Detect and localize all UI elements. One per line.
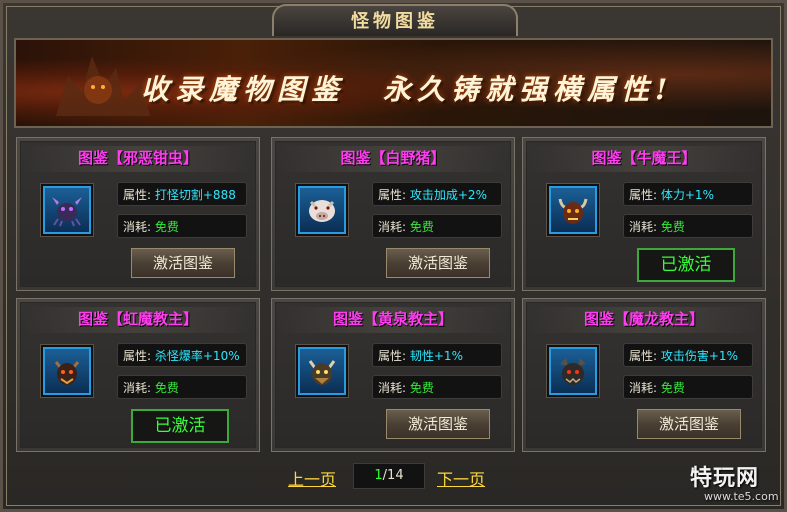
monster-icon-slot[interactable] xyxy=(549,186,597,234)
card-title: 图鉴【邪恶钳虫】 xyxy=(77,149,198,167)
card-demon-dragon-master: 图鉴【魔龙教主】 属性: 攻击伤害+1% 消耗: 免费 激活图鉴 xyxy=(522,298,766,452)
watermark-logo: 特玩网 xyxy=(690,466,760,491)
window-title: 怪物图鉴 xyxy=(272,4,518,36)
rainbow-demon-master-icon xyxy=(54,361,80,385)
cost-row: 消耗: 免费 xyxy=(372,375,502,399)
card-bull-demon-king: 图鉴【牛魔王】 属性: 体力+1% 消耗: 免费 已激活 xyxy=(522,137,766,291)
activate-button[interactable]: 激活图鉴 xyxy=(386,409,490,439)
attribute-row: 属性: 杀怪爆率+10% xyxy=(117,343,247,367)
monster-icon-slot[interactable] xyxy=(43,347,91,395)
attribute-value: 体力+1% xyxy=(660,188,714,202)
card-title: 图鉴【白野猪】 xyxy=(340,149,446,167)
cost-value: 免费 xyxy=(154,381,179,395)
cost-value: 免费 xyxy=(660,220,685,234)
attribute-value: 打怪切割+888 xyxy=(154,188,236,202)
prev-page-link[interactable]: 上一页 xyxy=(288,466,336,490)
cost-value: 免费 xyxy=(660,381,685,395)
activated-status: 已激活 xyxy=(637,248,735,282)
attribute-value: 杀怪爆率+10% xyxy=(154,349,240,363)
activate-button[interactable]: 激活图鉴 xyxy=(131,248,235,278)
monster-icon-slot[interactable] xyxy=(298,347,346,395)
attribute-value: 攻击伤害+1% xyxy=(660,349,738,363)
white-boar-icon xyxy=(309,200,335,222)
cost-row: 消耗: 免费 xyxy=(117,214,247,238)
activated-status: 已激活 xyxy=(131,409,229,443)
attribute-row: 属性: 打怪切割+888 xyxy=(117,182,247,206)
current-page: 1 xyxy=(374,468,383,483)
monster-icon-slot[interactable] xyxy=(43,186,91,234)
card-title: 图鉴【黄泉教主】 xyxy=(332,310,453,328)
demon-dragon-master-icon xyxy=(560,358,586,385)
watermark: 特玩网 www.te5.com xyxy=(690,460,782,508)
card-white-boar: 图鉴【白野猪】 属性: 攻击加成+2% 消耗: 免费 激活图鉴 xyxy=(271,137,515,291)
attribute-row: 属性: 攻击伤害+1% xyxy=(623,343,753,367)
card-evil-pincer-bug: 图鉴【邪恶钳虫】 属性: 打怪切割+888 消耗: 免费 激活图鉴 xyxy=(16,137,260,291)
card-rainbow-demon-master: 图鉴【虹魔教主】 属性: 杀怪爆率+10% 消耗: 免费 已激活 xyxy=(16,298,260,452)
attribute-row: 属性: 体力+1% xyxy=(623,182,753,206)
page-indicator: 1/14 xyxy=(353,463,425,489)
banner: 收录魔物图鉴 永久铸就强横属性! xyxy=(14,38,773,128)
cost-value: 免费 xyxy=(409,220,434,234)
slogan-left: 收录魔物图鉴 xyxy=(141,73,346,106)
card-underworld-master: 图鉴【黄泉教主】 属性: 韧性+1% 消耗: 免费 激活图鉴 xyxy=(271,298,515,452)
attribute-value: 韧性+1% xyxy=(409,349,463,363)
card-title: 图鉴【魔龙教主】 xyxy=(583,310,704,328)
attribute-value: 攻击加成+2% xyxy=(409,188,487,202)
total-pages: /14 xyxy=(382,468,404,483)
bull-demon-king-icon xyxy=(558,198,588,224)
slogan-right: 永久铸就强横属性! xyxy=(383,73,674,106)
pincer-bug-icon xyxy=(52,197,82,227)
cost-value: 免费 xyxy=(154,220,179,234)
activate-button[interactable]: 激活图鉴 xyxy=(637,409,741,439)
monster-icon-slot[interactable] xyxy=(298,186,346,234)
attribute-row: 属性: 韧性+1% xyxy=(372,343,502,367)
monster-icon-slot[interactable] xyxy=(549,347,597,395)
attribute-row: 属性: 攻击加成+2% xyxy=(372,182,502,206)
cost-row: 消耗: 免费 xyxy=(623,214,753,238)
card-title: 图鉴【牛魔王】 xyxy=(591,149,697,167)
underworld-master-icon xyxy=(308,360,336,385)
cost-value: 免费 xyxy=(409,381,434,395)
card-title: 图鉴【虹魔教主】 xyxy=(77,310,198,328)
cost-row: 消耗: 免费 xyxy=(117,375,247,399)
next-page-link[interactable]: 下一页 xyxy=(437,466,485,490)
watermark-url: www.te5.com xyxy=(704,490,779,503)
cost-row: 消耗: 免费 xyxy=(372,214,502,238)
activate-button[interactable]: 激活图鉴 xyxy=(386,248,490,278)
cost-row: 消耗: 免费 xyxy=(623,375,753,399)
banner-slogan: 收录魔物图鉴 永久铸就强横属性! xyxy=(141,68,681,108)
